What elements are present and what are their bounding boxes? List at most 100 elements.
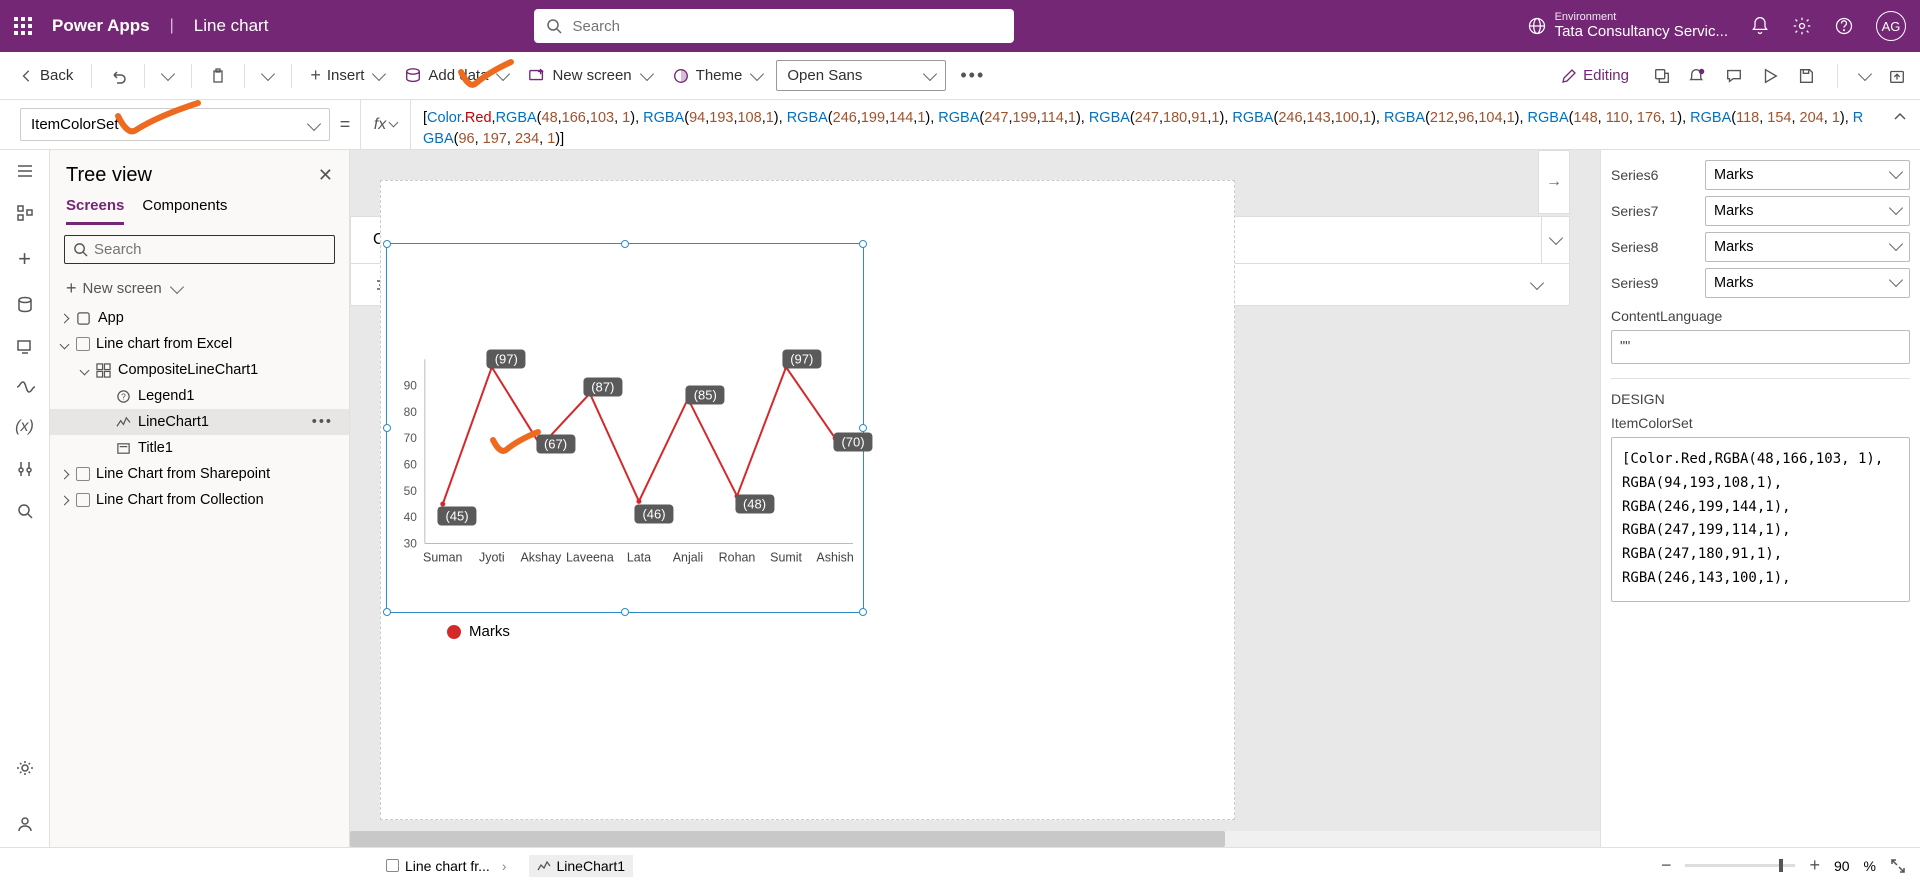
- formula-bar[interactable]: [Color.Red,RGBA(48,166,103, 1), RGBA(94,…: [410, 100, 1880, 149]
- ribbon-overflow[interactable]: •••: [954, 61, 991, 90]
- zoom-out[interactable]: −: [1661, 855, 1672, 876]
- new-screen-button[interactable]: New screen: [522, 63, 657, 89]
- publish-icon[interactable]: [1888, 67, 1906, 85]
- avatar[interactable]: AG: [1876, 11, 1906, 41]
- rail-variables-icon[interactable]: (x): [15, 418, 34, 436]
- formula-collapse[interactable]: [1880, 100, 1920, 149]
- zoom-slider[interactable]: [1685, 864, 1795, 867]
- info-dropdown[interactable]: [1541, 217, 1569, 263]
- tree-item[interactable]: Line Chart from Sharepoint: [50, 461, 349, 487]
- tree-search[interactable]: [64, 235, 335, 264]
- editing-mode[interactable]: Editing: [1555, 63, 1635, 88]
- checker-icon[interactable]: [1689, 67, 1707, 85]
- tree-item[interactable]: Line Chart from Collection: [50, 487, 349, 513]
- rail-virtual-agent-icon[interactable]: [16, 815, 34, 833]
- rail-insert-icon[interactable]: +: [18, 246, 31, 272]
- search-icon: [546, 18, 562, 34]
- tree-panel: Tree view ✕ Screens Components +New scre…: [50, 150, 350, 847]
- rail-search-icon[interactable]: [16, 502, 34, 520]
- rail-data-icon[interactable]: [16, 296, 34, 314]
- tree-item-more[interactable]: •••: [312, 414, 343, 430]
- svg-text:Laveena: Laveena: [566, 550, 614, 564]
- gear-icon[interactable]: [1792, 16, 1812, 36]
- contentlanguage-value[interactable]: "": [1611, 330, 1910, 364]
- save-icon[interactable]: [1797, 67, 1815, 85]
- data-label: (70): [833, 433, 872, 452]
- itemcolorset-value[interactable]: [Color.Red,RGBA(48,166,103, 1), RGBA(94,…: [1611, 437, 1910, 602]
- arrow-left-icon: [20, 69, 34, 83]
- rail-settings-icon[interactable]: [16, 759, 34, 777]
- tree-item[interactable]: Title1: [50, 435, 349, 461]
- close-icon[interactable]: ✕: [318, 165, 333, 186]
- series-label: Series9: [1611, 275, 1705, 291]
- tree-item-label: LineChart1: [138, 414, 209, 430]
- data-label: (85): [686, 385, 725, 404]
- tree-new-screen[interactable]: +New screen: [50, 272, 349, 305]
- linechart-control[interactable]: 30405060708090SumanJyotiAkshayLaveenaLat…: [386, 243, 864, 613]
- rail-hamburger-icon[interactable]: [16, 162, 34, 180]
- play-icon[interactable]: [1761, 67, 1779, 85]
- svg-text:Anjali: Anjali: [673, 550, 703, 564]
- tree-item[interactable]: CompositeLineChart1: [50, 357, 349, 383]
- series-dropdown[interactable]: Marks: [1705, 232, 1910, 262]
- tree-item-label: CompositeLineChart1: [118, 362, 258, 378]
- environment-picker[interactable]: EnvironmentTata Consultancy Servic...: [1527, 11, 1728, 41]
- help-icon[interactable]: [1834, 16, 1854, 36]
- rail-tools-icon[interactable]: [16, 460, 34, 478]
- series-row: Series9Marks: [1611, 268, 1910, 298]
- undo-button[interactable]: [104, 64, 132, 88]
- canvas-scrollbar[interactable]: [350, 831, 1600, 847]
- environment-icon: [1527, 16, 1547, 36]
- insert-button[interactable]: +Insert: [304, 61, 390, 90]
- info-dropdown-2[interactable]: [1523, 264, 1551, 305]
- bell-icon[interactable]: [1750, 16, 1770, 36]
- tree-item[interactable]: ? Legend1: [50, 383, 349, 409]
- tree-item-label: App: [98, 310, 124, 326]
- tab-screens[interactable]: Screens: [66, 197, 124, 225]
- series-label: Series7: [1611, 203, 1705, 219]
- tree-item[interactable]: LineChart1 •••: [50, 409, 349, 435]
- data-label: (46): [634, 504, 673, 523]
- breadcrumb-control[interactable]: LineChart1: [529, 855, 634, 877]
- rail-tree-icon[interactable]: [16, 204, 34, 222]
- svg-text:Lata: Lata: [627, 550, 651, 564]
- comment-icon[interactable]: [1725, 67, 1743, 85]
- tree-item[interactable]: App: [50, 305, 349, 331]
- fx-label[interactable]: fx: [360, 100, 410, 149]
- back-button[interactable]: Back: [14, 63, 79, 88]
- zoom-in[interactable]: +: [1809, 855, 1820, 876]
- series-row: Series8Marks: [1611, 232, 1910, 262]
- expand-result[interactable]: →: [1538, 150, 1570, 214]
- screen-canvas[interactable]: 30405060708090SumanJyotiAkshayLaveenaLat…: [380, 180, 1235, 820]
- add-data-button[interactable]: Add data: [398, 63, 514, 89]
- undo-split[interactable]: [157, 69, 179, 83]
- svg-text:Ashish: Ashish: [816, 550, 853, 564]
- linechart-icon: [537, 859, 551, 873]
- theme-button[interactable]: Theme: [666, 63, 769, 89]
- breadcrumb-screen[interactable]: Line chart fr...›: [378, 855, 515, 877]
- chart-legend: Marks: [447, 623, 510, 640]
- fit-icon[interactable]: [1890, 858, 1906, 874]
- property-selector[interactable]: ItemColorSet: [20, 108, 330, 141]
- tree-item-label: Legend1: [138, 388, 194, 404]
- rail-media-icon[interactable]: [16, 338, 34, 356]
- tab-components[interactable]: Components: [142, 197, 227, 225]
- svg-text:?: ?: [121, 391, 126, 401]
- svg-text:50: 50: [404, 484, 418, 498]
- share-icon[interactable]: [1653, 67, 1671, 85]
- paste-split[interactable]: [257, 69, 279, 83]
- data-label: (97): [487, 349, 526, 368]
- series-dropdown[interactable]: Marks: [1705, 268, 1910, 298]
- tree-item[interactable]: Line chart from Excel: [50, 331, 349, 357]
- save-split[interactable]: [1858, 66, 1872, 80]
- tree-item-label: Line Chart from Collection: [96, 492, 264, 508]
- app-launcher-icon[interactable]: [14, 17, 32, 35]
- page-title: Line chart: [194, 16, 269, 36]
- search-input[interactable]: [572, 18, 1002, 35]
- series-dropdown[interactable]: Marks: [1705, 196, 1910, 226]
- rail-flow-icon[interactable]: [15, 380, 35, 394]
- search-box[interactable]: [534, 9, 1014, 43]
- paste-button[interactable]: [204, 64, 232, 88]
- font-dropdown[interactable]: Open Sans: [776, 60, 946, 91]
- series-dropdown[interactable]: Marks: [1705, 160, 1910, 190]
